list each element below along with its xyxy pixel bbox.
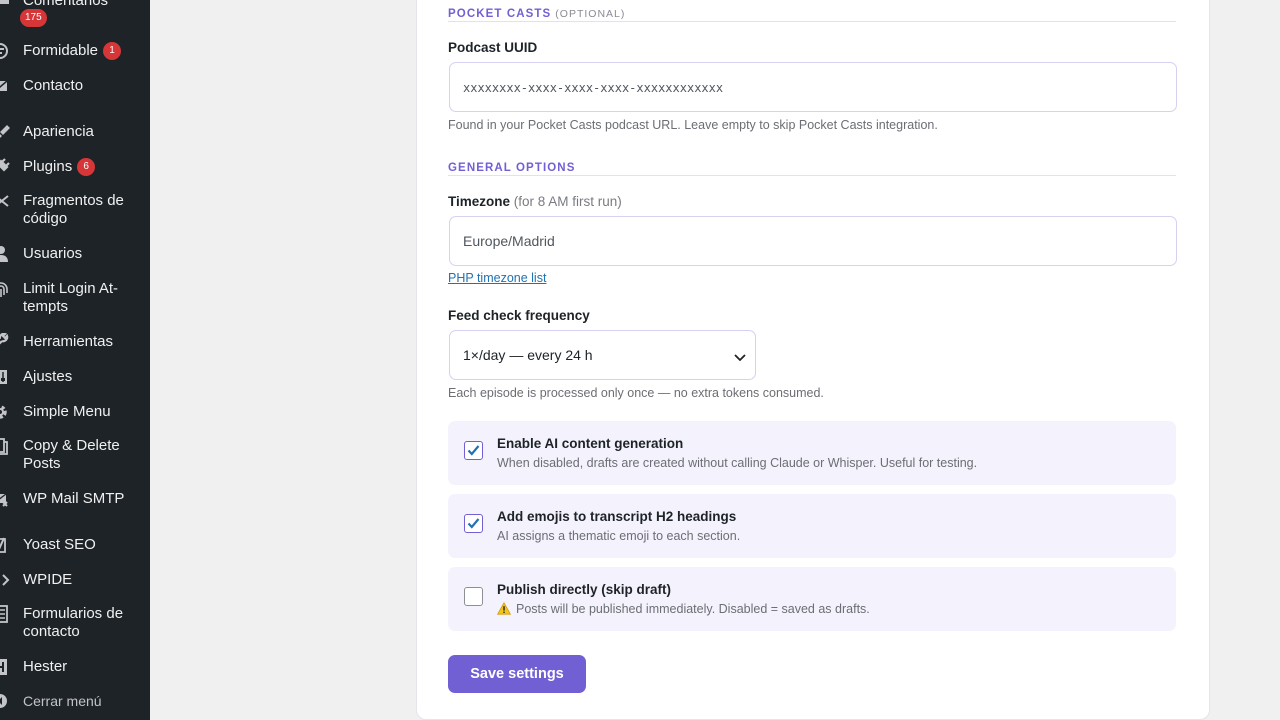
- publish-directly-title: Publish directly (skip draft): [497, 582, 672, 597]
- sidebar-item-label: Fragmentos de código: [23, 192, 124, 227]
- scissors-icon: [0, 192, 14, 210]
- sidebar-item-label: Contacto: [23, 77, 84, 94]
- brush-icon: [0, 123, 14, 141]
- sidebar-item-label: WP Mail SMTP: [23, 490, 125, 507]
- sidebar-item-label: Usuarios: [23, 245, 83, 262]
- save-settings-button[interactable]: Save settings: [448, 655, 586, 693]
- fingerprint-icon: [0, 280, 14, 298]
- form-list-icon: [0, 605, 14, 623]
- feed-frequency-selected-value: 1×/day — every 24 h: [463, 347, 593, 363]
- publish-directly-desc: Posts will be published immediately. Dis…: [516, 602, 870, 616]
- emoji-headings-option: Add emojis to transcript H2 headings AI …: [448, 494, 1176, 558]
- sidebar-item-label: Simple Menu: [23, 403, 111, 420]
- sidebar-item-label: Apariencia: [23, 123, 94, 140]
- emoji-headings-desc: AI assigns a thematic emoji to each sect…: [497, 529, 741, 543]
- plug-icon: [0, 158, 14, 176]
- formidable-count-badge: 1: [103, 42, 122, 60]
- mail-icon: [0, 77, 14, 95]
- settings-content: POCKET CASTS(OPTIONAL) Podcast UUID Foun…: [150, 0, 1280, 720]
- collapse-menu-label: Cerrar menú: [23, 693, 102, 709]
- sidebar-item-label: Limit Login At-tempts: [23, 280, 119, 315]
- code-icon: [0, 571, 14, 589]
- comments-icon: [0, 0, 14, 10]
- pocket-casts-section-title: POCKET CASTS: [448, 8, 552, 20]
- emoji-headings-checkbox[interactable]: [464, 514, 483, 533]
- general-options-section-title: GENERAL OPTIONS: [448, 162, 576, 174]
- admin-sidebar: Comentarios 175 Formidable 1 Contacto Apa…: [0, 0, 150, 720]
- user-icon: [0, 245, 14, 263]
- feed-frequency-help: Each episode is processed only once — no…: [448, 386, 824, 400]
- checkmark-icon: [467, 518, 480, 529]
- sidebar-item-label: Copy & Delete Posts: [23, 437, 120, 472]
- sidebar-item-label: Hester: [23, 658, 68, 675]
- timezone-label-text: Timezone: [448, 194, 511, 209]
- sidebar-item-label: Herramientas: [23, 333, 114, 350]
- timezone-label: Timezone (for 8 AM first run): [448, 194, 622, 209]
- publish-directly-desc-wrap: Posts will be published immediately. Dis…: [496, 601, 870, 618]
- sidebar-item-label: Formularios de contacto: [23, 605, 124, 640]
- sidebar-item-label: Plugins: [23, 158, 73, 175]
- publish-directly-checkbox[interactable]: [464, 587, 483, 606]
- ai-generation-title: Enable AI content generation: [497, 436, 684, 451]
- emoji-headings-title: Add emojis to transcript H2 headings: [497, 509, 737, 524]
- pocket-casts-section-header: POCKET CASTS (OPTIONAL): [448, 4, 1176, 22]
- timezone-hint: (for 8 AM first run): [513, 194, 622, 209]
- general-options-section-header: GENERAL OPTIONS: [448, 158, 1176, 176]
- sidebar-item-label: Yoast SEO: [23, 536, 96, 553]
- feed-frequency-select[interactable]: 1×/day — every 24 h: [449, 330, 756, 380]
- ai-generation-checkbox[interactable]: [464, 441, 483, 460]
- podcast-uuid-input[interactable]: [449, 62, 1177, 112]
- sidebar-item-label: Ajustes: [23, 368, 73, 385]
- ai-generation-option: Enable AI content generation When disabl…: [448, 421, 1176, 485]
- sliders-icon: [0, 368, 14, 386]
- sidebar-item-label: Formidable: [23, 42, 99, 59]
- podcast-uuid-help: Found in your Pocket Casts podcast URL. …: [448, 118, 938, 132]
- gear-icon: [0, 403, 14, 421]
- chevron-down-icon: [733, 350, 747, 362]
- copy-icon: [0, 437, 14, 455]
- collapse-arrow-icon: [0, 692, 14, 710]
- optional-tag: (OPTIONAL): [555, 8, 626, 20]
- php-timezone-list-link[interactable]: PHP timezone list: [448, 271, 546, 285]
- hester-icon: [0, 658, 14, 676]
- ai-generation-desc: When disabled, drafts are created withou…: [497, 456, 978, 470]
- formidable-icon: [0, 42, 14, 60]
- checkmark-icon: [467, 445, 480, 456]
- sidebar-item-label: Comentarios: [23, 0, 109, 9]
- timezone-input[interactable]: [449, 216, 1177, 266]
- yoast-icon: [0, 536, 14, 554]
- mail-smtp-icon: [0, 490, 14, 508]
- publish-directly-option: Publish directly (skip draft) Posts will…: [448, 567, 1176, 631]
- plugins-count-badge: 6: [77, 158, 96, 176]
- warning-icon: [496, 601, 512, 618]
- wrench-icon: [0, 333, 14, 351]
- comments-count-badge: 175: [20, 9, 47, 27]
- feed-frequency-label: Feed check frequency: [448, 308, 590, 323]
- sidebar-item-label: WPIDE: [23, 571, 73, 588]
- podcast-uuid-label: Podcast UUID: [448, 40, 538, 55]
